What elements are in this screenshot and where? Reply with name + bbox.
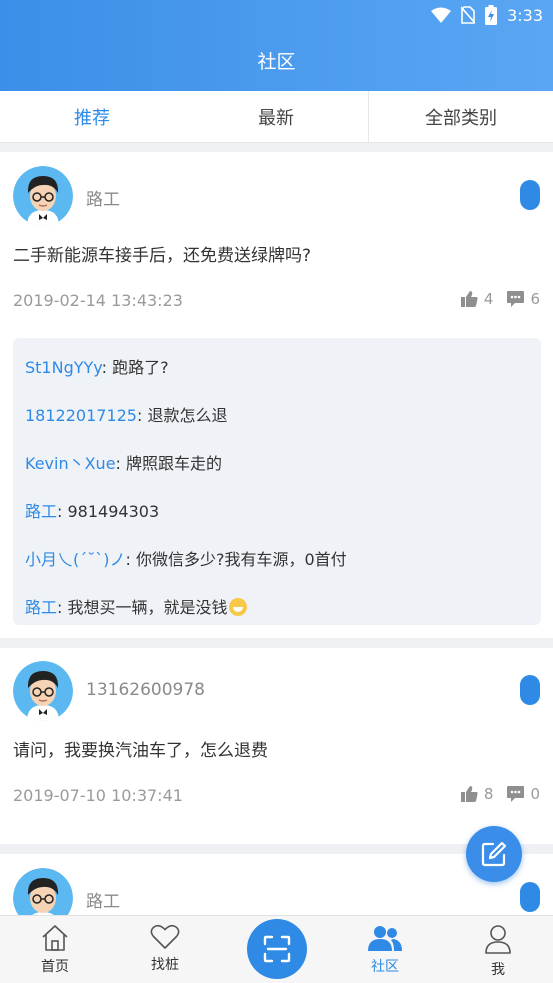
like-count: 4	[483, 290, 494, 308]
post-timestamp: 2019-02-14 13:43:23	[13, 291, 183, 310]
comment-icon[interactable]	[507, 291, 525, 307]
tab-recommended[interactable]: 推荐	[0, 91, 184, 142]
page-title: 社区	[257, 51, 296, 73]
nav-label: 社区	[371, 959, 399, 975]
nav-label: 找桩	[151, 957, 179, 973]
comment-count: 6	[530, 290, 540, 308]
comment-text: 牌照跟车走的	[126, 454, 223, 473]
post-author[interactable]: 13162600978	[86, 680, 205, 700]
app-header: 社区	[0, 30, 553, 91]
comment-author[interactable]: 路工	[25, 598, 57, 617]
no-sim-icon	[461, 6, 476, 24]
home-icon	[42, 925, 68, 951]
avatar[interactable]	[13, 166, 73, 226]
edit-icon	[481, 841, 507, 867]
comment-item[interactable]: 路工: 我想买一辆，就是没钱	[25, 594, 247, 618]
avatar[interactable]	[13, 868, 73, 915]
new-post-button[interactable]	[466, 826, 522, 882]
post-timestamp: 2019-07-10 10:37:41	[13, 786, 183, 805]
comment-count: 0	[530, 785, 540, 803]
comment-text: 跑路了?	[112, 358, 169, 377]
post-stats: 4 6	[460, 290, 540, 308]
comment-author[interactable]: Kevin丶Xue	[25, 454, 116, 473]
comment-text: 你微信多少?我有车源，0首付	[135, 550, 347, 569]
comment-item[interactable]: 小月乀(ˊ˘ˋ)ノ: 你微信多少?我有车源，0首付	[25, 546, 347, 570]
post-feed[interactable]: 路工 二手新能源车接手后，还免费送绿牌吗? 2019-02-14 13:43:2…	[0, 143, 553, 915]
post-author[interactable]: 路工	[86, 185, 120, 210]
nav-label: 我	[491, 962, 505, 978]
user-icon	[485, 925, 511, 954]
nav-home[interactable]: 首页	[0, 916, 110, 983]
community-icon	[368, 926, 402, 951]
tab-bar: 推荐 最新 全部类别	[0, 91, 553, 143]
comment-item[interactable]: 路工: 981494303	[25, 498, 159, 522]
like-count: 8	[483, 785, 494, 803]
comment-author[interactable]: 小月乀(ˊ˘ˋ)ノ	[25, 550, 126, 569]
comment-icon[interactable]	[507, 786, 525, 802]
post-stats: 8 0	[460, 785, 540, 803]
post-card[interactable]: 13162600978 请问，我要换汽油车了，怎么退费 2019-07-10 1…	[0, 648, 553, 844]
comment-item[interactable]: Kevin丶Xue: 牌照跟车走的	[25, 450, 222, 474]
comment-author[interactable]: 18122017125	[25, 406, 137, 425]
comment-list[interactable]: St1NgYYy: 跑路了? 18122017125: 退款怎么退 Kevin丶…	[13, 338, 541, 625]
comment-text: 981494303	[67, 502, 160, 521]
clock: 3:33	[507, 5, 543, 25]
nav-find-charger[interactable]: 找桩	[110, 916, 220, 983]
status-bar: 3:33	[0, 0, 553, 30]
thumbs-up-icon[interactable]	[460, 786, 478, 802]
post-card[interactable]: 路工 二手新能源车接手后，还免费送绿牌吗? 2019-02-14 13:43:2…	[0, 152, 553, 638]
avatar[interactable]	[13, 661, 73, 721]
comment-author[interactable]: 路工	[25, 502, 57, 521]
tab-latest[interactable]: 最新	[184, 91, 368, 142]
comment-text: 我想买一辆，就是没钱	[67, 598, 228, 617]
status-badge	[520, 675, 540, 705]
nav-label: 首页	[41, 959, 69, 975]
thumbs-up-icon[interactable]	[460, 291, 478, 307]
scan-icon	[263, 935, 291, 963]
post-author[interactable]: 路工	[86, 887, 120, 912]
nav-me[interactable]: 我	[443, 916, 553, 983]
heart-icon	[150, 924, 180, 949]
wifi-icon	[431, 7, 452, 23]
post-content[interactable]: 二手新能源车接手后，还免费送绿牌吗?	[13, 241, 311, 266]
tab-all-categories[interactable]: 全部类别	[368, 91, 553, 142]
battery-charging-icon	[485, 5, 498, 25]
comment-item[interactable]: St1NgYYy: 跑路了?	[25, 354, 169, 378]
comment-text: 退款怎么退	[147, 406, 228, 425]
comment-item[interactable]: 18122017125: 退款怎么退	[25, 402, 227, 426]
post-content[interactable]: 请问，我要换汽油车了，怎么退费	[13, 736, 268, 761]
status-badge	[520, 882, 540, 912]
grin-emoji	[228, 598, 247, 616]
comment-author[interactable]: St1NgYYy	[25, 358, 102, 377]
status-badge	[520, 180, 540, 210]
scan-button[interactable]	[247, 919, 307, 979]
nav-community[interactable]: 社区	[330, 916, 440, 983]
